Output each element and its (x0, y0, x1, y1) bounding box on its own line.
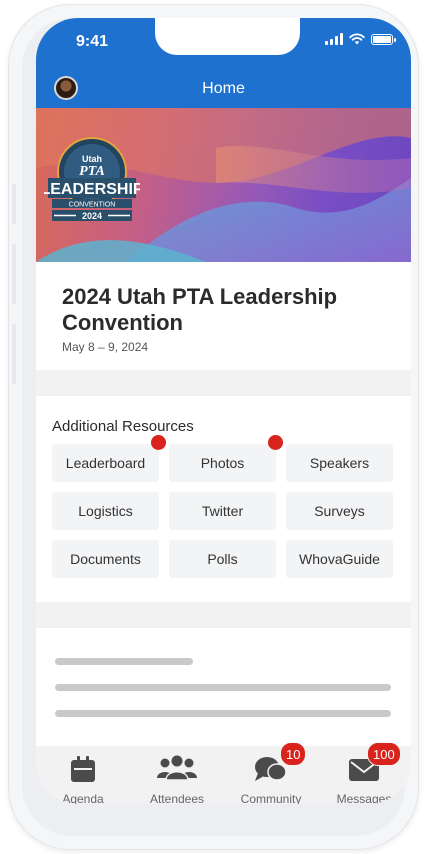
loading-placeholder (36, 628, 411, 746)
resource-polls-button[interactable]: Polls (169, 540, 276, 578)
signal-icon (325, 33, 343, 45)
resource-label: Leaderboard (65, 455, 146, 471)
resource-leaderboard-button[interactable]: Leaderboard (52, 444, 159, 482)
resource-label: WhovaGuide (299, 551, 380, 567)
resource-label: Logistics (78, 503, 133, 519)
status-time: 9:41 (76, 33, 109, 50)
app-header: 9:41 Home (36, 18, 411, 108)
svg-text:Utah: Utah (82, 154, 102, 164)
battery-icon (371, 33, 396, 45)
skeleton-line (55, 658, 193, 665)
resource-label: Polls (207, 551, 238, 567)
wifi-icon (349, 33, 365, 45)
event-info-card: 2024 Utah PTA Leadership Convention May … (36, 262, 411, 370)
phone-screen: 9:41 Home Utah PTA LEADERSHIP CONVENTION… (36, 18, 411, 804)
skeleton-line (55, 710, 391, 717)
svg-text:LEADERSHIP: LEADERSHIP (44, 181, 140, 198)
side-button (12, 184, 16, 224)
skeleton-line (55, 684, 391, 691)
nav-label: Community (240, 792, 302, 804)
bottom-nav: Agenda Attendees 10 Community 100 Messag… (36, 742, 411, 804)
notification-dot (268, 435, 283, 450)
status-icons (325, 33, 396, 45)
nav-label: Messages (336, 792, 392, 804)
additional-resources-section: Additional Resources Leaderboard Photos … (36, 396, 411, 602)
resource-speakers-button[interactable]: Speakers (286, 444, 393, 482)
nav-messages[interactable]: 100 Messages (317, 742, 411, 804)
event-banner: Utah PTA LEADERSHIP CONVENTION 2024 (36, 108, 411, 262)
volume-up-button (12, 244, 16, 304)
volume-down-button (12, 324, 16, 384)
nav-community[interactable]: 10 Community (224, 742, 318, 804)
resource-logistics-button[interactable]: Logistics (52, 492, 159, 530)
community-badge: 10 (280, 742, 307, 766)
nav-attendees[interactable]: Attendees (130, 746, 224, 804)
nav-label: Attendees (149, 792, 205, 804)
event-title: 2024 Utah PTA Leadership Convention (62, 284, 338, 335)
nav-label: Agenda (62, 792, 104, 804)
resource-label: Documents (70, 551, 141, 567)
pta-logo: Utah PTA LEADERSHIP CONVENTION 2024 (44, 132, 140, 222)
notch (155, 18, 300, 55)
svg-text:CONVENTION: CONVENTION (69, 202, 116, 209)
svg-text:PTA: PTA (79, 164, 105, 179)
event-date: May 8 – 9, 2024 (62, 340, 149, 354)
svg-text:2024: 2024 (82, 211, 102, 221)
resource-label: Speakers (309, 455, 370, 471)
notification-dot (151, 435, 166, 450)
people-icon (157, 755, 197, 781)
resource-whovaguide-button[interactable]: WhovaGuide (286, 540, 393, 578)
section-heading: Additional Resources (52, 418, 194, 435)
nav-agenda[interactable]: Agenda (36, 746, 130, 804)
messages-badge: 100 (367, 742, 401, 766)
calendar-icon (71, 756, 95, 782)
resource-label: Twitter (201, 503, 244, 519)
resource-twitter-button[interactable]: Twitter (169, 492, 276, 530)
resource-documents-button[interactable]: Documents (52, 540, 159, 578)
resource-surveys-button[interactable]: Surveys (286, 492, 393, 530)
resource-label: Photos (200, 455, 245, 471)
resource-label: Surveys (314, 503, 365, 519)
resource-photos-button[interactable]: Photos (169, 444, 276, 482)
page-title: Home (202, 80, 245, 97)
